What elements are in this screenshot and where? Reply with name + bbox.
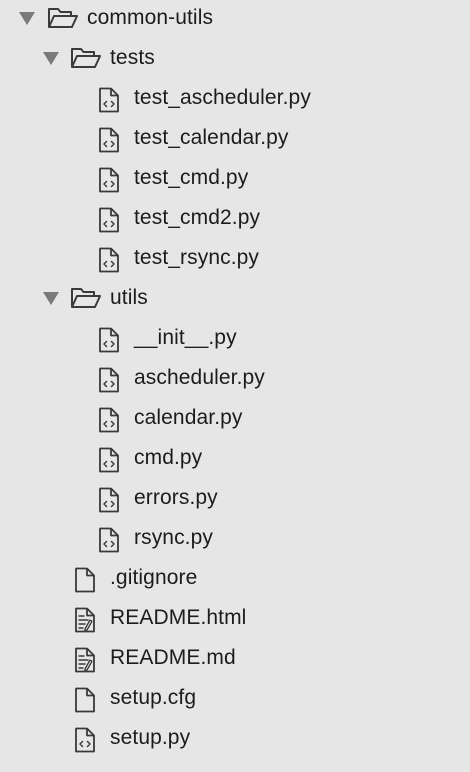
tree-row-test-cmd[interactable]: test_cmd.py bbox=[0, 158, 470, 198]
folder-label-common-utils: common-utils bbox=[87, 6, 214, 29]
file-label: __init__.py bbox=[134, 326, 237, 349]
tree-row-readme-html[interactable]: README.html bbox=[0, 598, 470, 638]
code-file-icon bbox=[98, 167, 120, 193]
file-label: README.html bbox=[110, 606, 247, 629]
file-label: rsync.py bbox=[134, 526, 213, 549]
disclosure-arrow-expanded-icon[interactable] bbox=[19, 12, 35, 25]
tree-row-test-cmd2[interactable]: test_cmd2.py bbox=[0, 198, 470, 238]
file-label: test_ascheduler.py bbox=[134, 86, 311, 109]
tree-row-calendar[interactable]: calendar.py bbox=[0, 398, 470, 438]
tree-row-setup-cfg[interactable]: setup.cfg bbox=[0, 678, 470, 718]
disclosure-arrow-expanded-icon[interactable] bbox=[43, 292, 59, 305]
tree-row-common-utils[interactable]: common-utils bbox=[0, 0, 470, 38]
code-file-icon bbox=[98, 87, 120, 113]
tree-row-test-rsync[interactable]: test_rsync.py bbox=[0, 238, 470, 278]
tree-row-cmd[interactable]: cmd.py bbox=[0, 438, 470, 478]
folder-open-icon bbox=[70, 46, 102, 70]
blank-file-icon bbox=[74, 567, 96, 593]
tree-row-init[interactable]: __init__.py bbox=[0, 318, 470, 358]
file-label: test_calendar.py bbox=[134, 126, 289, 149]
code-file-icon bbox=[98, 247, 120, 273]
file-label: cmd.py bbox=[134, 446, 203, 469]
tree-row-rsync[interactable]: rsync.py bbox=[0, 518, 470, 558]
code-file-icon bbox=[98, 487, 120, 513]
folder-open-icon bbox=[47, 6, 79, 30]
tree-row-utils[interactable]: utils bbox=[0, 278, 470, 318]
code-file-icon bbox=[74, 727, 96, 753]
file-label: .gitignore bbox=[110, 566, 198, 589]
code-file-icon bbox=[98, 407, 120, 433]
folder-label-utils: utils bbox=[110, 286, 148, 309]
tree-row-errors[interactable]: errors.py bbox=[0, 478, 470, 518]
file-label: test_rsync.py bbox=[134, 246, 260, 269]
tree-row-ascheduler[interactable]: ascheduler.py bbox=[0, 358, 470, 398]
tree-row-test-calendar[interactable]: test_calendar.py bbox=[0, 118, 470, 158]
blank-file-icon bbox=[74, 687, 96, 713]
code-file-icon bbox=[98, 127, 120, 153]
file-label: test_cmd2.py bbox=[134, 206, 261, 229]
markup-file-icon bbox=[74, 607, 96, 633]
tree-row-setup-py[interactable]: setup.py bbox=[0, 718, 470, 758]
code-file-icon bbox=[98, 327, 120, 353]
file-label: errors.py bbox=[134, 486, 218, 509]
markup-file-icon bbox=[74, 647, 96, 673]
file-label: README.md bbox=[110, 646, 236, 669]
file-label: setup.cfg bbox=[110, 686, 197, 709]
tree-row-tests[interactable]: tests bbox=[0, 38, 470, 78]
file-tree: common-utils tests test_ascheduler.py te… bbox=[0, 0, 470, 772]
disclosure-arrow-expanded-icon[interactable] bbox=[43, 52, 59, 65]
folder-open-icon bbox=[70, 286, 102, 310]
tree-row-test-ascheduler[interactable]: test_ascheduler.py bbox=[0, 78, 470, 118]
tree-row-gitignore[interactable]: .gitignore bbox=[0, 558, 470, 598]
file-label: calendar.py bbox=[134, 406, 243, 429]
folder-label-tests: tests bbox=[110, 46, 155, 69]
file-label: test_cmd.py bbox=[134, 166, 249, 189]
tree-row-readme-md[interactable]: README.md bbox=[0, 638, 470, 678]
file-label: ascheduler.py bbox=[134, 366, 265, 389]
file-label: setup.py bbox=[110, 726, 191, 749]
code-file-icon bbox=[98, 447, 120, 473]
code-file-icon bbox=[98, 207, 120, 233]
code-file-icon bbox=[98, 527, 120, 553]
code-file-icon bbox=[98, 367, 120, 393]
